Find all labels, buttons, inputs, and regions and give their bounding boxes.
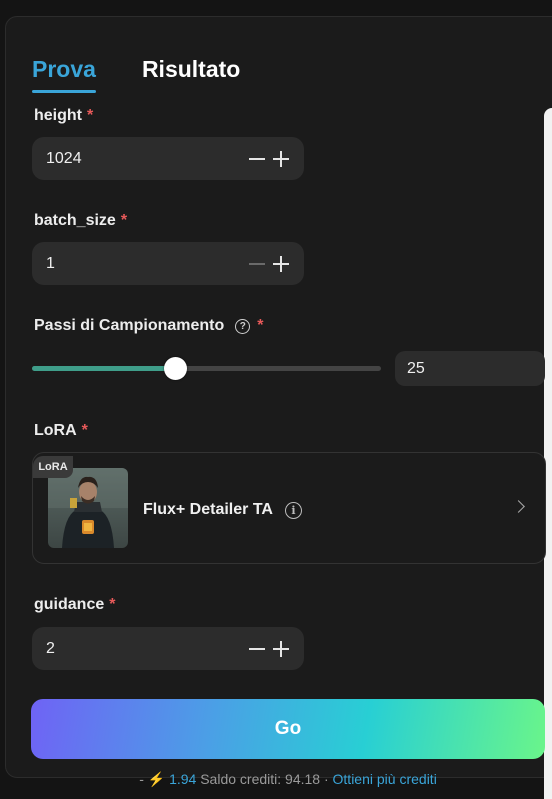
minus-icon: [249, 151, 265, 167]
tab-prova[interactable]: Prova: [32, 56, 96, 93]
guidance-label: guidance *: [34, 596, 115, 614]
height-stepper[interactable]: 1024: [32, 137, 304, 180]
lora-label: LoRA *: [34, 422, 88, 440]
help-icon[interactable]: ?: [235, 318, 251, 334]
batch-size-label: batch_size *: [34, 212, 127, 230]
chevron-right-icon: [512, 500, 525, 513]
get-more-credits-link[interactable]: Ottieni più crediti: [333, 771, 437, 787]
height-decrement-button[interactable]: [246, 148, 268, 170]
required-marker: *: [257, 317, 264, 334]
plus-icon: [273, 150, 289, 167]
batch-size-stepper[interactable]: 1: [32, 242, 304, 285]
run-cost: 1.94: [169, 771, 197, 787]
steps-input[interactable]: 25: [395, 351, 545, 386]
required-marker: *: [81, 422, 88, 439]
credit-balance: Saldo crediti: 94.18: [200, 771, 321, 787]
lora-label-text: LoRA: [34, 422, 77, 439]
batch-size-label-text: batch_size: [34, 212, 116, 229]
credits-footer: - ⚡ 1.94 Saldo crediti: 94.18 · Ottieni …: [0, 771, 552, 788]
minus-icon: [249, 256, 265, 272]
steps-value: 25: [407, 359, 425, 377]
steps-slider[interactable]: [32, 357, 381, 380]
tab-bar: Prova Risultato: [32, 56, 240, 96]
footer-separator: ·: [323, 771, 329, 787]
go-button[interactable]: Go: [31, 699, 545, 759]
guidance-increment-button[interactable]: [270, 638, 292, 660]
batch-size-increment-button[interactable]: [270, 253, 292, 275]
guidance-decrement-button[interactable]: [246, 638, 268, 660]
lora-thumbnail: [48, 468, 128, 548]
info-icon[interactable]: i: [284, 501, 302, 519]
required-marker: *: [87, 107, 94, 124]
guidance-label-text: guidance: [34, 596, 105, 613]
required-marker: *: [109, 596, 116, 613]
lora-name-text: Flux+ Detailer TA: [143, 501, 273, 518]
plus-icon: [273, 640, 289, 657]
guidance-stepper[interactable]: 2: [32, 627, 304, 670]
height-value[interactable]: 1024: [46, 150, 246, 168]
required-marker: *: [120, 212, 128, 229]
minus-icon: [249, 641, 265, 657]
steps-slider-thumb[interactable]: [164, 357, 188, 380]
footer-dash: -: [139, 771, 144, 787]
side-panel-edge: [544, 108, 552, 799]
tab-risultato[interactable]: Risultato: [142, 56, 240, 92]
lora-selector-card[interactable]: LoRA Flux+ Detailer TA i: [32, 452, 546, 564]
batch-size-decrement-button[interactable]: [246, 253, 268, 275]
height-label: height *: [34, 107, 93, 125]
steps-label: Passi di Campionamento ? *: [34, 317, 264, 335]
height-label-text: height: [34, 107, 82, 124]
guidance-value[interactable]: 2: [46, 640, 246, 658]
plus-icon: [273, 255, 289, 272]
steps-slider-fill: [32, 366, 176, 371]
batch-size-value[interactable]: 1: [46, 255, 246, 273]
height-increment-button[interactable]: [270, 148, 292, 170]
lora-name: Flux+ Detailer TA i: [143, 501, 302, 519]
lightning-icon: ⚡: [147, 771, 166, 787]
steps-label-text: Passi di Campionamento: [34, 317, 225, 334]
lora-badge: LoRA: [33, 456, 73, 478]
